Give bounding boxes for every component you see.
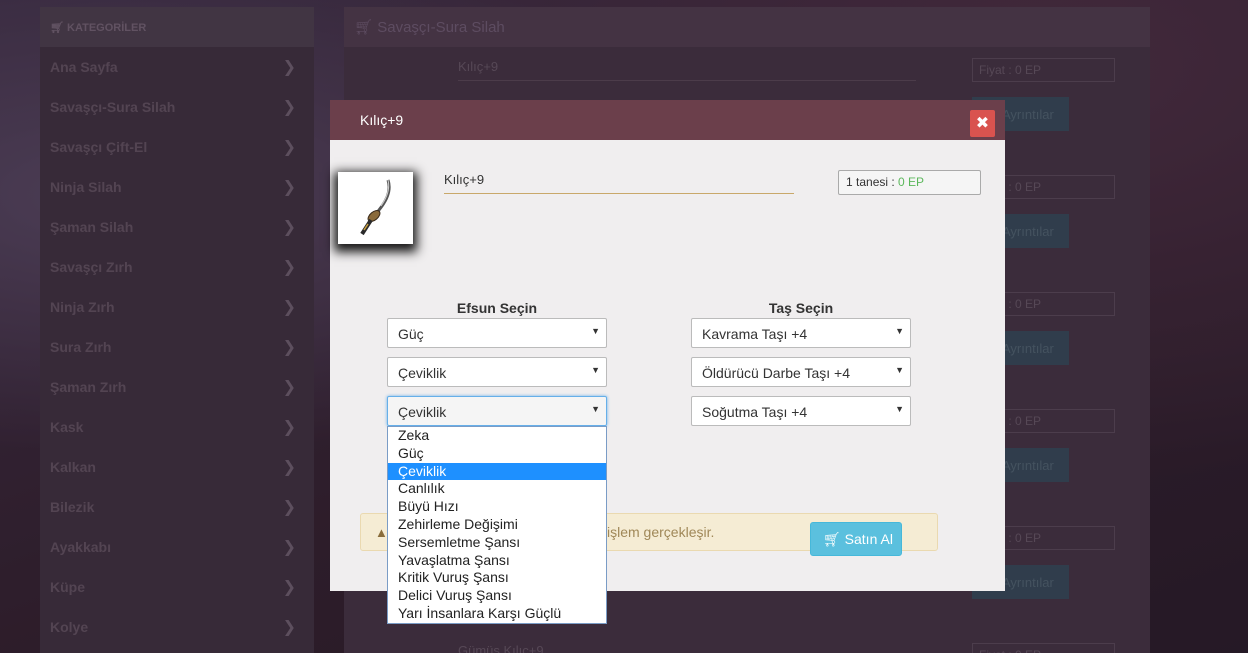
dropdown-arrow-icon: ▼ [895,404,904,414]
efsun-select-3[interactable]: Çeviklik ▼ [387,396,607,426]
warning-icon: ▲ [375,525,388,540]
tas-select-2[interactable]: Öldürücü Darbe Taşı +4 ▼ [691,357,911,387]
dropdown-option[interactable]: Yarı İnsanlara Karşı Güçlü [388,605,606,623]
efsun-dropdown-list: Zeka Güç Çeviklik Canlılık Büyü Hızı Zehirlem… [387,426,607,624]
dropdown-arrow-icon: ▼ [591,404,600,414]
dropdown-arrow-icon: ▼ [591,365,600,375]
modal-title: Kılıç+9 [360,112,404,128]
quantity-price-box: 1 tanesi : 0 EP [838,170,981,195]
efsun-header: Efsun Seçin [456,300,538,316]
item-name: Kılıç+9 [444,172,794,194]
dropdown-option[interactable]: Kritik Vuruş Şansı [388,569,606,587]
dropdown-option[interactable]: Sersemletme Şansı [388,534,606,552]
sword-icon [360,179,391,236]
dropdown-arrow-icon: ▼ [591,326,600,336]
cart-icon: 🛒︎ [823,531,841,547]
alert-message: işlem gerçekleşir. [607,524,715,540]
efsun-select-2[interactable]: Çeviklik ▼ [387,357,607,387]
dropdown-option[interactable]: Güç [388,445,606,463]
close-icon: ✖ [975,115,990,132]
close-button[interactable]: ✖ [970,110,995,137]
dropdown-option[interactable]: Çeviklik [388,462,606,481]
dropdown-arrow-icon: ▼ [895,326,904,336]
tas-select-3[interactable]: Soğutma Taşı +4 ▼ [691,396,911,426]
dropdown-arrow-icon: ▼ [895,365,904,375]
efsun-select-1[interactable]: Güç ▼ [387,318,607,348]
dropdown-option[interactable]: Zehirleme Değişimi [388,516,606,534]
tas-select-1[interactable]: Kavrama Taşı +4 ▼ [691,318,911,348]
modal-header: Kılıç+9 ✖ [330,100,1005,140]
dropdown-option[interactable]: Canlılık [388,480,606,498]
item-image [338,172,413,244]
dropdown-option[interactable]: Yavaşlatma Şansı [388,552,606,570]
tas-header: Taş Seçin [768,300,834,316]
dropdown-option[interactable]: Delici Vuruş Şansı [388,587,606,605]
dropdown-option[interactable]: Büyü Hızı [388,498,606,516]
ep-amount: 0 EP [898,175,925,189]
buy-button[interactable]: 🛒︎ Satın Al [810,522,902,556]
dropdown-option[interactable]: Zeka [388,427,606,445]
